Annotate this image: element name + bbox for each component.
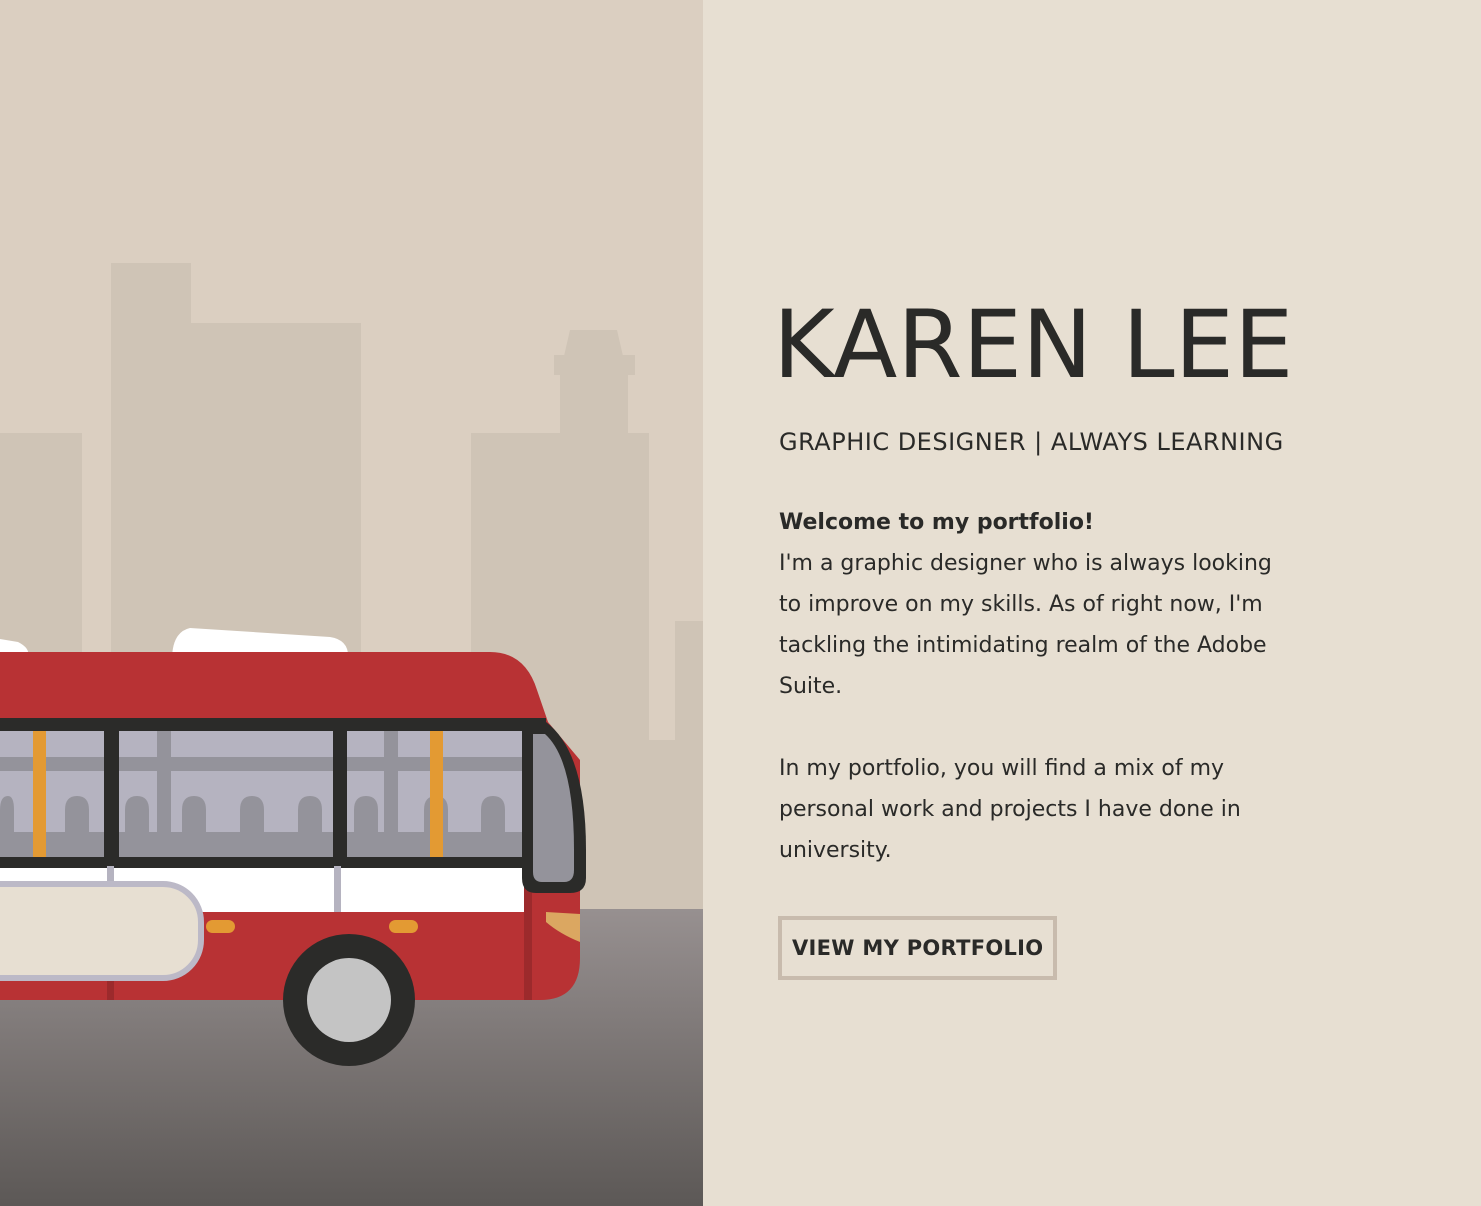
tagline: GRAPHIC DESIGNER | ALWAYS LEARNING [779,428,1284,456]
intro-text: Welcome to my portfolio! I'm a graphic d… [779,502,1299,871]
hero-illustration [0,0,703,1206]
welcome-heading: Welcome to my portfolio! [779,510,1094,535]
intro-panel: KAREN LEE GRAPHIC DESIGNER | ALWAYS LEAR… [703,0,1481,1206]
city-bus-illustration [0,0,703,1206]
bus-wheel [283,934,415,1066]
bus-side-panel [0,881,204,981]
portfolio-paragraph: In my portfolio, you will find a mix of … [779,756,1241,863]
landing-page: KAREN LEE GRAPHIC DESIGNER | ALWAYS LEAR… [0,0,1481,1206]
intro-paragraph: I'm a graphic designer who is always loo… [779,551,1272,699]
view-portfolio-button[interactable]: VIEW MY PORTFOLIO [778,916,1058,980]
page-title: KAREN LEE [773,291,1294,400]
